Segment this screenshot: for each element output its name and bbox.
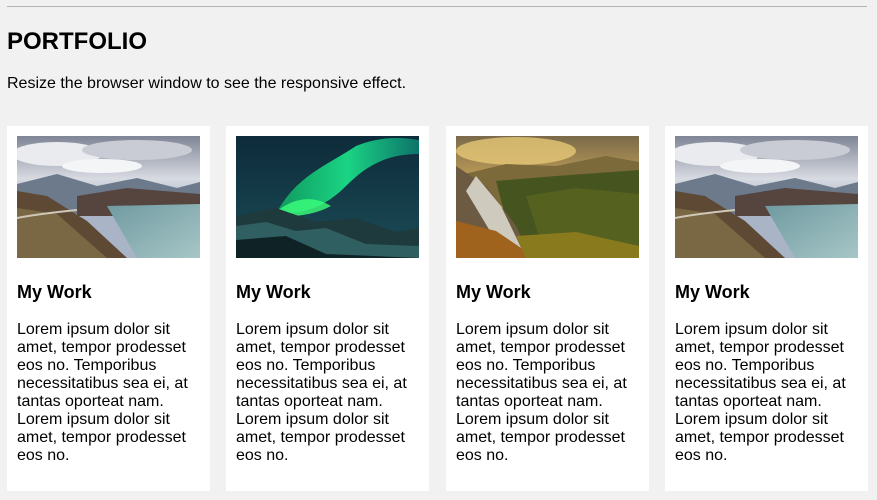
top-divider [7, 6, 867, 7]
northern-lights-photo [236, 136, 419, 258]
card-text: Lorem ipsum dolor sit amet, tempor prode… [456, 321, 627, 464]
card-title: My Work [456, 282, 531, 302]
portfolio-card: My Work Lorem ipsum dolor sit amet, temp… [665, 126, 868, 491]
card-title: My Work [17, 282, 92, 302]
card-title: My Work [675, 282, 750, 302]
card-text: Lorem ipsum dolor sit amet, tempor prode… [17, 321, 188, 464]
card-text: Lorem ipsum dolor sit amet, tempor prode… [675, 321, 846, 464]
portfolio-card: My Work Lorem ipsum dolor sit amet, temp… [446, 126, 649, 491]
card-title: My Work [236, 282, 311, 302]
portfolio-card: My Work Lorem ipsum dolor sit amet, temp… [226, 126, 429, 491]
page-title: PORTFOLIO [7, 28, 147, 55]
mountain-lake-photo [17, 136, 200, 258]
portfolio-card: My Work Lorem ipsum dolor sit amet, temp… [7, 126, 210, 491]
card-text: Lorem ipsum dolor sit amet, tempor prode… [236, 321, 407, 464]
mountain-lake-photo [675, 136, 858, 258]
forest-valley-photo [456, 136, 639, 258]
page-subtitle: Resize the browser window to see the res… [7, 75, 407, 92]
